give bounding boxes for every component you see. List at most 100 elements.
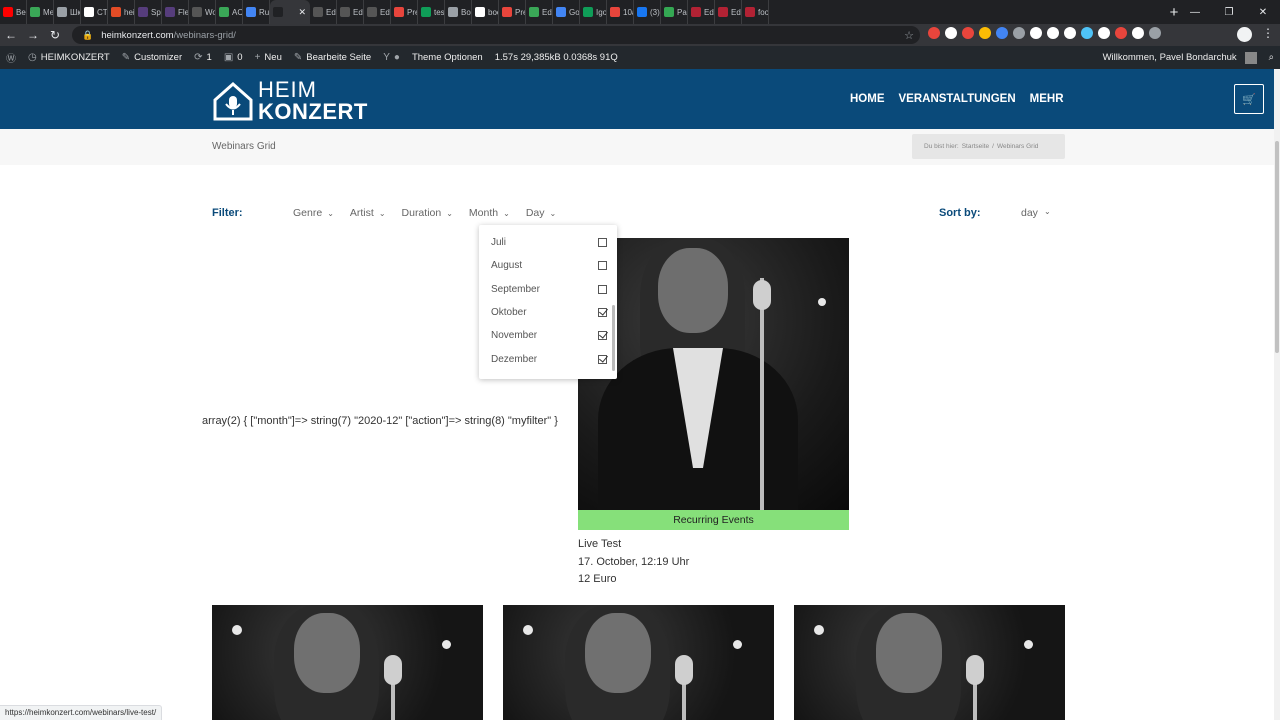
browser-tab[interactable]: 10a bbox=[607, 0, 634, 24]
month-option-dezember[interactable]: Dezember bbox=[479, 347, 617, 370]
admin-customizer[interactable]: ✎ Customizer bbox=[116, 46, 188, 69]
scrollbar-thumb[interactable] bbox=[1275, 141, 1279, 353]
checkbox-checked-icon[interactable] bbox=[598, 331, 607, 341]
browser-tab[interactable]: Met bbox=[27, 0, 54, 24]
checkbox-checked-icon[interactable] bbox=[598, 308, 607, 318]
restore-button[interactable]: ❐ bbox=[1212, 0, 1246, 24]
extension-icon[interactable] bbox=[1013, 27, 1025, 39]
extension-icon[interactable] bbox=[1115, 27, 1127, 39]
event-card-thumbnail[interactable] bbox=[794, 605, 1065, 720]
admin-theme-options[interactable]: Theme Optionen bbox=[406, 46, 489, 69]
browser-tab[interactable]: Pre bbox=[391, 0, 418, 24]
wp-logo-icon[interactable]: Ⓦ bbox=[0, 46, 22, 69]
browser-tab[interactable]: Pre bbox=[499, 0, 526, 24]
browser-tab[interactable]: Igo bbox=[580, 0, 607, 24]
browser-tab[interactable]: Boo bbox=[445, 0, 472, 24]
browser-tab[interactable]: Edit bbox=[526, 0, 553, 24]
event-card-thumbnail[interactable] bbox=[503, 605, 774, 720]
nav-veranstaltungen[interactable]: VERANSTALTUNGEN bbox=[899, 93, 1016, 105]
reload-button[interactable]: ↻ bbox=[44, 24, 66, 46]
month-option-november[interactable]: November bbox=[479, 324, 617, 347]
extension-icon[interactable] bbox=[962, 27, 974, 39]
event-card-thumbnail[interactable] bbox=[212, 605, 483, 720]
event-photo[interactable] bbox=[578, 238, 849, 510]
browser-tab[interactable]: Edit bbox=[310, 0, 337, 24]
browser-tab[interactable]: Rus bbox=[243, 0, 270, 24]
browser-tab[interactable]: test bbox=[418, 0, 445, 24]
close-window-button[interactable]: ✕ bbox=[1246, 0, 1280, 24]
extension-icon[interactable] bbox=[945, 27, 957, 39]
tab-close-icon[interactable]: ✕ bbox=[298, 7, 306, 18]
nav-home[interactable]: HOME bbox=[850, 93, 885, 105]
browser-tab[interactable]: Spin bbox=[135, 0, 162, 24]
checkbox-icon[interactable] bbox=[598, 284, 607, 294]
admin-query-stats[interactable]: 1.57s 29,385kB 0.0368s 91Q bbox=[489, 46, 624, 69]
browser-tab[interactable]: Edit bbox=[364, 0, 391, 24]
nav-mehr[interactable]: MEHR bbox=[1030, 93, 1064, 105]
browser-tab[interactable]: Шк bbox=[54, 0, 81, 24]
browser-tab[interactable]: (3) I bbox=[634, 0, 661, 24]
extension-icon[interactable] bbox=[1064, 27, 1076, 39]
checkbox-icon[interactable] bbox=[598, 238, 607, 248]
address-bar[interactable]: 🔒 heimkonzert.com/webinars-grid/ ☆ bbox=[72, 26, 920, 44]
filter-day[interactable]: Day ⌄ bbox=[526, 207, 556, 219]
admin-updates[interactable]: ⟳ 1 bbox=[188, 46, 218, 69]
browser-tab[interactable]: Goo bbox=[553, 0, 580, 24]
extension-icon[interactable] bbox=[1030, 27, 1042, 39]
checkbox-checked-icon[interactable] bbox=[598, 354, 607, 364]
filter-genre[interactable]: Genre ⌄ bbox=[293, 207, 334, 219]
month-option-august[interactable]: August bbox=[479, 254, 617, 277]
browser-tab-active[interactable]: ✕ bbox=[270, 0, 310, 24]
month-option-oktober[interactable]: Oktober bbox=[479, 301, 617, 324]
filter-duration[interactable]: Duration ⌄ bbox=[402, 207, 453, 219]
extension-icon[interactable] bbox=[1098, 27, 1110, 39]
site-logo[interactable]: HEIM KONZERT bbox=[212, 79, 368, 123]
minimize-button[interactable]: — bbox=[1178, 0, 1212, 24]
browser-tab[interactable]: CTE bbox=[81, 0, 108, 24]
dropdown-scrollbar[interactable] bbox=[612, 305, 615, 371]
checkbox-icon[interactable] bbox=[598, 261, 607, 271]
filter-artist[interactable]: Artist ⌄ bbox=[350, 207, 386, 219]
browser-tab[interactable]: Edit bbox=[688, 0, 715, 24]
admin-search-icon[interactable]: ⌕ bbox=[1263, 46, 1280, 69]
browser-tab[interactable]: Edit bbox=[337, 0, 364, 24]
cart-icon[interactable]: 🛒 bbox=[1234, 84, 1264, 114]
browser-tab[interactable]: foo bbox=[742, 0, 769, 24]
event-title[interactable]: Live Test bbox=[578, 536, 849, 554]
browser-tab[interactable]: Wor bbox=[189, 0, 216, 24]
tab-favicon-icon bbox=[718, 7, 728, 17]
forward-button[interactable]: → bbox=[22, 24, 44, 46]
extension-icon[interactable] bbox=[1132, 27, 1144, 39]
browser-tab[interactable]: boo bbox=[472, 0, 499, 24]
admin-comments[interactable]: ▣ 0 bbox=[218, 46, 249, 69]
extension-icon[interactable] bbox=[1149, 27, 1161, 39]
browser-menu-icon[interactable]: ⋮ bbox=[1262, 26, 1274, 40]
browser-tab[interactable]: Bes bbox=[0, 0, 27, 24]
browser-tab[interactable]: Flex bbox=[162, 0, 189, 24]
extension-icon[interactable] bbox=[996, 27, 1008, 39]
profile-avatar[interactable] bbox=[1237, 27, 1252, 42]
breadcrumb-home[interactable]: Startseite bbox=[962, 143, 989, 150]
browser-tab[interactable]: ACI bbox=[216, 0, 243, 24]
browser-tab[interactable]: Edit bbox=[715, 0, 742, 24]
sort-select[interactable]: day ⌄ bbox=[1021, 207, 1051, 219]
extension-icon[interactable] bbox=[979, 27, 991, 39]
browser-tab[interactable]: heim bbox=[108, 0, 135, 24]
event-card[interactable]: Recurring Events Live Test 17. October, … bbox=[578, 238, 849, 589]
back-button[interactable]: ← bbox=[0, 24, 22, 46]
month-option-september[interactable]: September bbox=[479, 278, 617, 301]
month-option-juli[interactable]: Juli bbox=[479, 231, 617, 254]
filter-month[interactable]: Month ⌄ bbox=[469, 207, 510, 219]
extension-icon[interactable] bbox=[1047, 27, 1059, 39]
admin-yoast[interactable]: Y ● bbox=[377, 46, 406, 69]
admin-new[interactable]: + Neu bbox=[249, 46, 288, 69]
admin-site-name[interactable]: ◷ HEIMKONZERT bbox=[22, 46, 116, 69]
extension-icon[interactable] bbox=[928, 27, 940, 39]
extension-icon[interactable] bbox=[1081, 27, 1093, 39]
page-scrollbar[interactable] bbox=[1274, 69, 1280, 720]
admin-user-greeting[interactable]: Willkommen, Pavel Bondarchuk bbox=[1097, 46, 1263, 69]
bookmark-star-icon[interactable]: ☆ bbox=[904, 29, 914, 42]
dashboard-icon: ◷ bbox=[28, 52, 37, 63]
admin-edit-page[interactable]: ✎ Bearbeite Seite bbox=[288, 46, 377, 69]
browser-tab[interactable]: Pac bbox=[661, 0, 688, 24]
